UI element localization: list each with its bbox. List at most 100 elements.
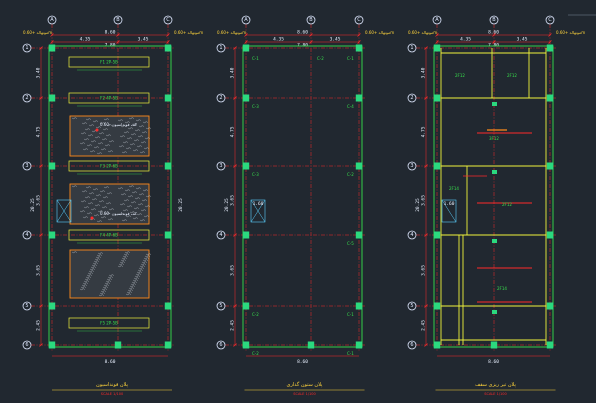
dim-text-ab: 4.35 [460,37,471,43]
callout-text: کف فونداسیون -0.60 [100,122,137,127]
beam-tag [492,102,497,106]
axis-bubble-label: 3 [219,163,222,169]
column-label: C-5 [347,241,354,246]
axis-bubble-label: B [309,17,313,23]
column-label: C-2 [252,351,259,356]
axis-bubble-label: A [244,17,248,23]
column [355,302,363,310]
axis-bubble-label: 4 [219,232,222,238]
axis-bubble-label: 5 [410,303,413,309]
dim-text-inner-total: 7.80 [488,43,499,49]
beam-label: 2F12 [502,202,512,207]
dim-text-left-overall: 20.25 [30,198,36,212]
dim-text-left: 3.40 [421,67,427,78]
dim-text-left: 3.65 [36,195,42,206]
beam-tag [492,310,497,314]
column [164,231,172,239]
column [164,94,172,102]
dim-text-left: 3.40 [36,67,42,78]
column [48,94,56,102]
column [242,302,250,310]
column [355,44,363,52]
plan-scale: SCALE 1/100 [293,392,315,396]
axis-bubble-label: 6 [25,342,28,348]
column [433,341,441,349]
beam-label: 2F14 [449,186,459,191]
column-label: C-1 [347,312,354,317]
beam-label: 2F12 [455,73,465,78]
column [546,162,554,170]
plan-title: پلان فونداسیون [96,382,129,388]
column-label: C-3 [252,104,259,109]
column [242,341,250,349]
column-label: C-1 [252,56,259,61]
plan-title: پلان تیر ریزی سقف [475,382,516,388]
column [546,231,554,239]
opening-dim: 1.60 [444,201,455,207]
dim-text-overall: 8.60 [105,30,116,36]
column [433,94,441,102]
dim-text-bottom: 8.60 [297,359,308,365]
dim-text-inner-total: 7.80 [105,43,116,49]
plan-scale: SCALE 1/100 [484,392,506,396]
axis-bubble-label: 5 [219,303,222,309]
footing-label: F1 2P-5B [100,60,118,65]
dim-text-ab: 4.35 [80,37,91,43]
column-label: C-2 [347,172,354,177]
plan-scale: SCALE 1/100 [101,392,123,396]
axis-bubble-label: 6 [219,342,222,348]
column [355,341,363,349]
axis-bubble-label: C [357,17,361,23]
column-label: C-1 [347,351,354,356]
dim-text-left: 2.45 [230,320,236,331]
elev-label-left: مونهالد +0.60m [217,30,246,35]
column [307,341,315,349]
elev-label-right: مونهالد +0.60m [174,30,203,35]
dim-text-overall: 8.60 [488,30,499,36]
callout-dot [95,128,99,132]
callout-dot [90,216,94,220]
column [433,302,441,310]
dim-text-left: 3.65 [230,265,236,276]
dim-text-left: 2.45 [421,320,427,331]
axis-bubble-label: 3 [410,163,413,169]
column [164,44,172,52]
footing-pad [69,249,150,299]
dim-text-left: 3.40 [230,67,236,78]
axis-bubble-label: B [116,17,120,23]
beam-tag [492,170,497,174]
dim-text-left: 2.45 [36,320,42,331]
axis-bubble-label: 6 [410,342,413,348]
column [433,44,441,52]
footing-label: F4 4P-6B [100,233,118,238]
column-label: C-2 [252,312,259,317]
column [546,302,554,310]
dim-text-left: 3.65 [421,265,427,276]
column [546,44,554,52]
axis-bubble-label: C [166,17,170,23]
dim-text-bc: 3.45 [330,37,341,43]
column [164,341,172,349]
column [242,94,250,102]
axis-bubble-label: 3 [25,163,28,169]
column [242,44,250,52]
column-label: C-2 [317,56,324,61]
dim-text-bottom: 8.60 [488,359,499,365]
column [490,341,498,349]
axis-bubble-label: 2 [410,95,413,101]
column-label: C-1 [347,56,354,61]
column [48,162,56,170]
column [242,162,250,170]
column-label: C-4 [347,104,354,109]
column [546,341,554,349]
column [242,231,250,239]
footing-label: F3 2P-6B [100,164,118,169]
elev-label-left: مونهالد +0.60m [408,30,437,35]
axis-bubble-label: 1 [219,45,222,51]
cad-drawing-canvas: A B C 1 2 3 4 5 6 8.60 4.35 3.45 7.80 مونهالد +0.60m م… [0,0,596,403]
elev-label-right: مونهالد +0.60m [365,30,394,35]
dim-text-bottom: 8.60 [105,359,116,365]
axis-bubble-label: 4 [410,232,413,238]
elev-label-left: مونهالد +0.60m [23,30,52,35]
dim-text-overall: 8.60 [297,30,308,36]
